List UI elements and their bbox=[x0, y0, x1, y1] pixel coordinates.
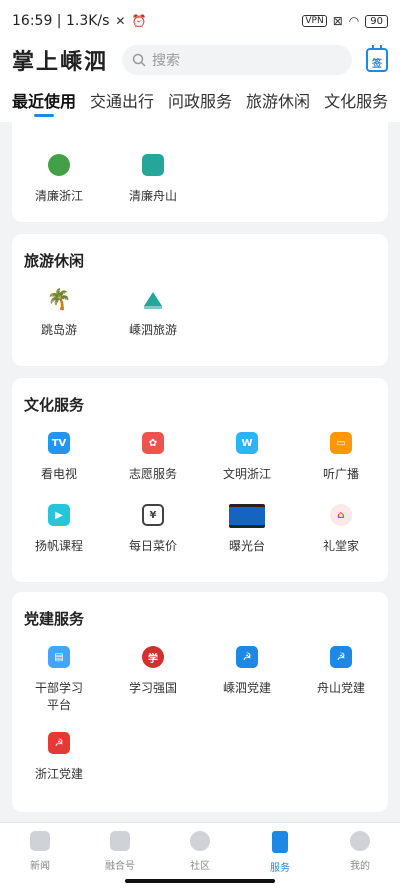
wifi-icon: ◠ bbox=[348, 14, 360, 28]
service-label: 嵊泗旅游 bbox=[128, 323, 177, 337]
service-label: 每日菜价 bbox=[128, 539, 177, 553]
service-island-hopping[interactable]: 🌴 跳岛游 bbox=[12, 274, 106, 346]
service-label: 跳岛游 bbox=[40, 323, 77, 337]
party-emblem-icon: ☭ bbox=[48, 732, 70, 754]
service-label: 礼堂家 bbox=[322, 539, 359, 553]
nav-label: 服务 bbox=[270, 863, 290, 874]
section-title: 党建服务 bbox=[24, 610, 85, 628]
card-integrity: 清廉浙江 清廉舟山 bbox=[12, 122, 388, 222]
section-title: 旅游休闲 bbox=[24, 252, 85, 270]
service-label: 听广播 bbox=[322, 467, 359, 481]
service-label: 干部学习 平台 bbox=[34, 681, 83, 712]
card-travel: 旅游休闲 🌴 跳岛游 嵊泗旅游 bbox=[12, 234, 388, 366]
section-title: 文化服务 bbox=[24, 396, 85, 414]
palm-tree-icon: 🌴 bbox=[46, 287, 72, 311]
service-label: 浙江党建 bbox=[34, 767, 83, 781]
tv-icon: TV bbox=[48, 432, 70, 454]
profile-icon bbox=[350, 831, 370, 851]
service-zhoushan-party[interactable]: ☭ 舟山党建 bbox=[294, 632, 388, 718]
service-label: 文明浙江 bbox=[222, 467, 271, 481]
sign-label: 签 bbox=[372, 59, 382, 70]
service-auditorium[interactable]: ⌂ 礼堂家 bbox=[294, 490, 388, 562]
tab-culture[interactable]: 文化服务 bbox=[324, 78, 388, 122]
services-content[interactable]: 清廉浙江 清廉舟山 旅游休闲 🌴 跳岛游 嵊泗旅游 文化服务 TV 看电视 ✿ … bbox=[0, 122, 400, 822]
party-emblem-icon: ☭ bbox=[236, 646, 258, 668]
vpn-badge: VPN bbox=[302, 15, 327, 27]
service-zhejiang-party[interactable]: ☭ 浙江党建 bbox=[12, 718, 106, 790]
service-label: 清廉舟山 bbox=[128, 189, 177, 203]
search-input[interactable]: 搜索 bbox=[122, 45, 352, 75]
card-culture: 文化服务 TV 看电视 ✿ 志愿服务 W 文明浙江 ▭ 听广播 ▶ 扬帆课程 ¥… bbox=[12, 378, 388, 582]
tab-recent[interactable]: 最近使用 bbox=[12, 78, 76, 122]
volunteer-icon: ✿ bbox=[142, 432, 164, 454]
nav-label: 社区 bbox=[190, 861, 210, 872]
service-label: 学习强国 bbox=[128, 681, 177, 695]
mountain-icon bbox=[142, 288, 164, 310]
book-icon: ▤ bbox=[48, 646, 70, 668]
radio-icon: ▭ bbox=[330, 432, 352, 454]
service-shengsi-party[interactable]: ☭ 嵊泗党建 bbox=[200, 632, 294, 718]
nav-news[interactable]: 新闻 bbox=[0, 823, 80, 889]
service-label: 舟山党建 bbox=[316, 681, 365, 695]
status-time: 16:59 | 1.3K/s bbox=[12, 13, 110, 29]
tab-transport[interactable]: 交通出行 bbox=[90, 78, 154, 122]
nav-profile[interactable]: 我的 bbox=[320, 823, 400, 889]
service-daily-prices[interactable]: ¥ 每日菜价 bbox=[106, 490, 200, 562]
services-icon bbox=[272, 831, 288, 853]
service-cadre-learning[interactable]: ▤ 干部学习 平台 bbox=[12, 632, 106, 718]
card-party: 党建服务 ▤ 干部学习 平台 学 学习强国 ☭ 嵊泗党建 ☭ 舟山党建 ☭ 浙江… bbox=[12, 592, 388, 812]
search-icon bbox=[132, 53, 146, 67]
nav-label: 新闻 bbox=[30, 861, 50, 872]
battery-indicator: 90 bbox=[365, 14, 388, 28]
service-label: 清廉浙江 bbox=[34, 189, 83, 203]
community-icon bbox=[190, 831, 210, 851]
qinglian-zhejiang-icon bbox=[48, 154, 70, 176]
service-shengsi-tourism[interactable]: 嵊泗旅游 bbox=[106, 274, 200, 346]
tab-travel[interactable]: 旅游休闲 bbox=[246, 78, 310, 122]
service-label: 嵊泗党建 bbox=[222, 681, 271, 695]
home-indicator[interactable] bbox=[125, 879, 275, 883]
price-tag-icon: ¥ bbox=[142, 504, 164, 526]
service-courses[interactable]: ▶ 扬帆课程 bbox=[12, 490, 106, 562]
nav-label: 我的 bbox=[350, 861, 370, 872]
civilization-icon: W bbox=[236, 432, 258, 454]
service-label: 志愿服务 bbox=[128, 467, 177, 481]
service-qinglian-zhejiang[interactable]: 清廉浙江 bbox=[12, 140, 106, 212]
tab-government[interactable]: 问政服务 bbox=[168, 78, 232, 122]
status-bar: 16:59 | 1.3K/s ✕ ⏰ VPN ⊠ ◠ 90 bbox=[0, 0, 400, 42]
news-icon bbox=[30, 831, 50, 851]
no-sim-icon: ⊠ bbox=[332, 14, 343, 28]
app-logo: 掌上嵊泗 bbox=[12, 49, 109, 75]
service-qinglian-zhoushan[interactable]: 清廉舟山 bbox=[106, 140, 200, 212]
bottom-nav: 新闻 融合号 社区 服务 我的 bbox=[0, 822, 400, 889]
qinglian-zhoushan-icon bbox=[142, 154, 164, 176]
service-civilized-zhejiang[interactable]: W 文明浙江 bbox=[200, 418, 294, 490]
service-exposure[interactable]: 曝光台 bbox=[200, 490, 294, 562]
exposure-banner-icon bbox=[229, 504, 265, 528]
party-emblem-icon: ☭ bbox=[330, 646, 352, 668]
media-icon bbox=[110, 831, 130, 851]
mute-icon: ✕ bbox=[115, 14, 126, 28]
service-label: 曝光台 bbox=[228, 539, 265, 553]
service-volunteer[interactable]: ✿ 志愿服务 bbox=[106, 418, 200, 490]
search-placeholder: 搜索 bbox=[152, 53, 180, 69]
service-xuexi-qiangguo[interactable]: 学 学习强国 bbox=[106, 632, 200, 718]
app-header: 掌上嵊泗 搜索 签 bbox=[0, 42, 400, 78]
category-tabs: 最近使用 交通出行 问政服务 旅游休闲 文化服务 bbox=[0, 78, 400, 122]
course-play-icon: ▶ bbox=[48, 504, 70, 526]
nav-label: 融合号 bbox=[105, 861, 135, 872]
auditorium-icon: ⌂ bbox=[330, 504, 352, 526]
service-label: 看电视 bbox=[40, 467, 77, 481]
service-label: 扬帆课程 bbox=[34, 539, 83, 553]
service-radio[interactable]: ▭ 听广播 bbox=[294, 418, 388, 490]
sign-in-calendar-button[interactable]: 签 bbox=[366, 45, 388, 72]
service-watch-tv[interactable]: TV 看电视 bbox=[12, 418, 106, 490]
alarm-icon: ⏰ bbox=[131, 14, 147, 28]
xuexi-icon: 学 bbox=[142, 646, 164, 668]
